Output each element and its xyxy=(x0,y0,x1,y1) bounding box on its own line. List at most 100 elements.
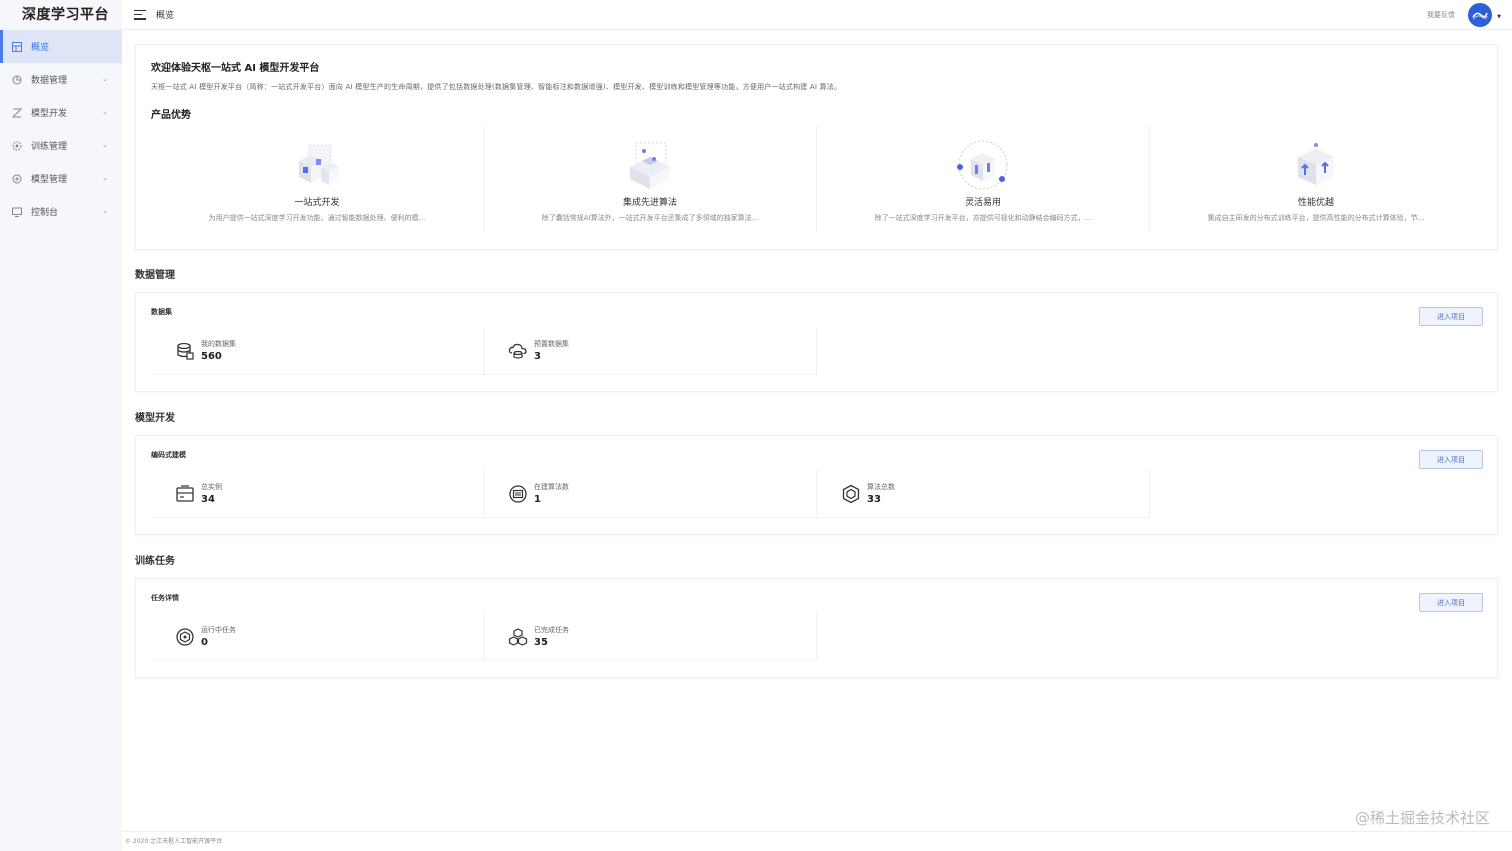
stat-value: 34 xyxy=(201,494,215,505)
stat-building-algorithms: 在建算法数 1 xyxy=(484,470,817,518)
stat-label: 总实例 xyxy=(201,483,222,491)
stat-value: 1 xyxy=(534,494,541,505)
stat-label: 算法总数 xyxy=(867,483,895,491)
sidebar-item-label: 训练管理 xyxy=(31,142,68,152)
menu-toggle-icon[interactable] xyxy=(134,9,146,20)
sidebar-item-label: 模型开发 xyxy=(31,109,68,119)
advantage-item: 一站式开发 为用户提供一站式深度学习开发功能，通过智能数据处理、便利的模... xyxy=(151,125,484,233)
enter-project-button[interactable]: 进入项目 xyxy=(1419,450,1483,469)
stat-label: 运行中任务 xyxy=(201,626,236,634)
avatar-logo-icon xyxy=(1472,12,1488,20)
block-title: 数据集 xyxy=(151,308,172,316)
model-development-card: 编码式建模 进入项目 总实例 34 在建算法数 1 算法总数 33 xyxy=(135,435,1498,535)
section-title-model: 模型开发 xyxy=(135,413,175,424)
sidebar-item-model-dev[interactable]: 模型开发 ⌄ xyxy=(0,96,122,129)
advantage-desc: 为用户提供一站式深度学习开发功能，通过智能数据处理、便利的模... xyxy=(208,214,426,222)
enter-project-button[interactable]: 进入项目 xyxy=(1419,593,1483,612)
model-dev-icon xyxy=(12,108,22,118)
stat-label: 预置数据集 xyxy=(534,340,569,348)
chevron-down-icon: ⌄ xyxy=(102,108,108,116)
sidebar-item-label: 概览 xyxy=(31,43,50,53)
sidebar-item-label: 模型管理 xyxy=(31,175,68,185)
advantage-desc: 除了囊括常规AI算法外，一站式开发平台还集成了多领域的独家算法... xyxy=(541,214,759,222)
hexagon-icon xyxy=(842,484,860,503)
stat-total-instances: 总实例 34 xyxy=(151,470,484,518)
sidebar-item-data[interactable]: 数据管理 ⌄ xyxy=(0,63,122,96)
overview-icon xyxy=(12,41,22,52)
chevron-down-icon: ⌄ xyxy=(102,75,108,83)
section-title-data: 数据管理 xyxy=(135,270,175,281)
cube-arrows-illustration-icon xyxy=(1298,143,1334,185)
stat-label: 在建算法数 xyxy=(534,483,569,491)
advantage-item: 灵活易用 除了一站式深度学习开发平台，亦提供可视化和动静结合编码方式，... xyxy=(817,125,1150,233)
sidebar-item-train[interactable]: 训练管理 ⌄ xyxy=(0,129,122,162)
sidebar: 深度学习平台 概览 数据管理 ⌄ 模型开发 ⌄ 训练管理 ⌄ 模型管理 ⌄ 控制… xyxy=(0,0,122,851)
stat-running-tasks: 运行中任务 0 xyxy=(151,613,484,661)
advantages-title: 产品优势 xyxy=(151,110,191,121)
stat-value: 0 xyxy=(201,637,208,648)
advantage-name: 性能优越 xyxy=(1297,198,1334,208)
stats-row: 运行中任务 0 已完成任务 35 xyxy=(151,613,1482,661)
sidebar-item-label: 控制台 xyxy=(31,208,59,218)
stats-row: 我的数据集 560 预置数据集 3 xyxy=(151,327,1482,375)
training-tasks-card: 任务详情 进入项目 运行中任务 0 已完成任务 35 xyxy=(135,578,1498,678)
data-management-card: 数据集 进入项目 我的数据集 560 预置数据集 3 xyxy=(135,292,1498,392)
chevron-down-icon: ⌄ xyxy=(102,174,108,182)
box-illustration-icon xyxy=(630,142,670,189)
console-icon xyxy=(12,207,22,217)
section-title-train: 训练任务 xyxy=(135,556,175,567)
train-icon xyxy=(12,141,22,151)
sidebar-item-label: 数据管理 xyxy=(31,76,68,86)
footer: © 2020 之江天枢人工智能开源平台 xyxy=(122,831,1512,851)
chevron-down-icon: ⌄ xyxy=(102,141,108,149)
welcome-description: 天枢一站式 AI 模型开发平台（简称：一站式开发平台）面向 AI 模型生产的生命… xyxy=(151,83,842,91)
running-task-icon xyxy=(176,627,194,646)
stat-my-datasets: 我的数据集 560 xyxy=(151,327,484,375)
watermark: @稀土掘金技术社区 xyxy=(1354,809,1490,827)
caret-down-icon[interactable]: ▼ xyxy=(1497,14,1501,20)
stat-completed-tasks: 已完成任务 35 xyxy=(484,613,817,661)
block-title: 任务详情 xyxy=(151,594,179,602)
advantage-name: 一站式开发 xyxy=(294,198,340,208)
model-manage-icon xyxy=(12,174,22,184)
advantage-desc: 集成自主研发的分布式训练平台，提供高性能的分布式计算体验，节... xyxy=(1207,214,1425,222)
database-icon xyxy=(177,342,194,360)
feedback-link[interactable]: 我要反馈 xyxy=(1427,10,1455,20)
algorithm-chip-icon xyxy=(509,484,527,503)
cubes-illustration-icon xyxy=(299,144,339,185)
stat-value: 35 xyxy=(534,637,548,648)
top-header: 概览 我要反馈 ▼ xyxy=(122,0,1512,30)
sidebar-menu: 概览 数据管理 ⌄ 模型开发 ⌄ 训练管理 ⌄ 模型管理 ⌄ 控制台 ⌄ xyxy=(0,30,122,228)
advantage-name: 集成先进算法 xyxy=(622,198,677,208)
orbit-illustration-icon xyxy=(957,140,1008,190)
stat-label: 我的数据集 xyxy=(201,340,236,348)
advantage-name: 灵活易用 xyxy=(964,198,1001,208)
advantage-item: 集成先进算法 除了囊括常规AI算法外，一站式开发平台还集成了多领域的独家算法..… xyxy=(484,125,817,233)
stat-value: 560 xyxy=(201,351,222,362)
advantage-item: 性能优越 集成自主研发的分布式训练平台，提供高性能的分布式计算体验，节... xyxy=(1150,125,1482,233)
stat-label: 已完成任务 xyxy=(534,626,569,634)
stats-row: 总实例 34 在建算法数 1 算法总数 33 xyxy=(151,470,1482,518)
cubes-icon xyxy=(508,627,528,646)
page-title: 概览 xyxy=(156,11,175,21)
main-content: 欢迎体验天枢一站式 AI 模型开发平台 天枢一站式 AI 模型开发平台（简称：一… xyxy=(122,30,1512,831)
data-icon xyxy=(12,75,22,85)
enter-project-button[interactable]: 进入项目 xyxy=(1419,307,1483,326)
stat-value: 3 xyxy=(534,351,541,362)
avatar[interactable] xyxy=(1468,3,1492,27)
welcome-title: 欢迎体验天枢一站式 AI 模型开发平台 xyxy=(151,63,320,74)
advantage-desc: 除了一站式深度学习开发平台，亦提供可视化和动静结合编码方式，... xyxy=(874,214,1092,222)
sidebar-item-console[interactable]: 控制台 ⌄ xyxy=(0,195,122,228)
sidebar-item-overview[interactable]: 概览 xyxy=(0,30,122,63)
block-title: 编码式建模 xyxy=(151,451,186,459)
chevron-down-icon: ⌄ xyxy=(102,207,108,215)
stat-total-algorithms: 算法总数 33 xyxy=(817,470,1150,518)
welcome-card: 欢迎体验天枢一站式 AI 模型开发平台 天枢一站式 AI 模型开发平台（简称：一… xyxy=(135,44,1498,250)
advantages-grid: 一站式开发 为用户提供一站式深度学习开发功能，通过智能数据处理、便利的模... … xyxy=(151,125,1482,233)
server-icon xyxy=(176,484,194,502)
app-logo: 深度学习平台 xyxy=(22,7,109,23)
sidebar-item-model-manage[interactable]: 模型管理 ⌄ xyxy=(0,162,122,195)
stat-value: 33 xyxy=(867,494,881,505)
stat-preset-datasets: 预置数据集 3 xyxy=(484,327,817,375)
cloud-database-icon xyxy=(508,343,527,359)
